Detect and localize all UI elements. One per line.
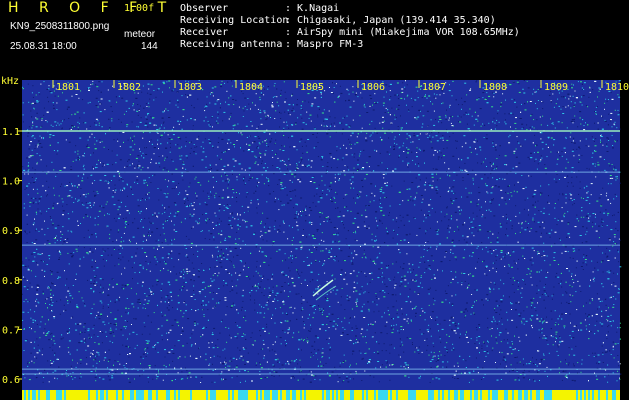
freq-tick-label: 0.6 <box>2 375 20 386</box>
unit-label: kHz <box>1 76 19 87</box>
meta-key-location: Receiving Location <box>180 15 289 26</box>
spectrogram: kHz 1.1 1.0 0.9 0.8 0.7 0.6 1801 1802 1803 1804 1… <box>0 74 629 400</box>
bottom-band-gap <box>22 386 620 390</box>
version-label: 1.00f <box>124 3 155 14</box>
time-tick-label: 1805 <box>300 82 324 93</box>
spectrogram-panel: kHz 1.1 1.0 0.9 0.8 0.7 0.6 1801 1802 1803 1804 1… <box>0 74 629 400</box>
meta-value-receiver: : AirSpy mini (Miakejima VOR 108.65MHz) <box>285 27 520 38</box>
time-tick-label: 1804 <box>239 82 263 93</box>
freq-tick-label: 1.1 <box>2 127 20 138</box>
time-tick-label: 1806 <box>361 82 385 93</box>
freq-tick-label: 0.8 <box>2 276 20 287</box>
time-tick-label: 1802 <box>117 82 141 93</box>
time-tick-label: 1809 <box>544 82 568 93</box>
meta-value-location: : Chigasaki, Japan (139.414 35.340) <box>285 15 496 26</box>
time-tick-label: 1808 <box>483 82 507 93</box>
meta-key-receiver: Receiver <box>180 27 229 38</box>
datetime-label: 25.08.31 18:00 <box>10 41 77 52</box>
meta-value-observer: : K.Nagai <box>285 3 340 14</box>
time-tick-label: 1803 <box>178 82 202 93</box>
time-tick-label: 1807 <box>422 82 446 93</box>
meta-value-antenna: : Maspro FM-3 <box>285 39 364 50</box>
freq-tick-label: 0.7 <box>2 325 20 336</box>
header-panel: H R O F F T 1.00f KN9_2508311800.png met… <box>0 0 629 74</box>
meta-key-observer: Observer <box>180 3 229 14</box>
time-tick-label: 1810 <box>605 82 629 93</box>
time-tick-label: 1801 <box>56 82 80 93</box>
count-label: 144 <box>141 41 158 52</box>
freq-tick-label: 1.0 <box>2 177 20 188</box>
meta-key-antenna: Receiving antenna <box>180 39 283 50</box>
file-name: KN9_2508311800.png <box>10 21 110 32</box>
freq-tick-label: 0.9 <box>2 226 20 237</box>
bottom-band <box>22 386 620 400</box>
mode-label: meteor <box>124 29 156 40</box>
